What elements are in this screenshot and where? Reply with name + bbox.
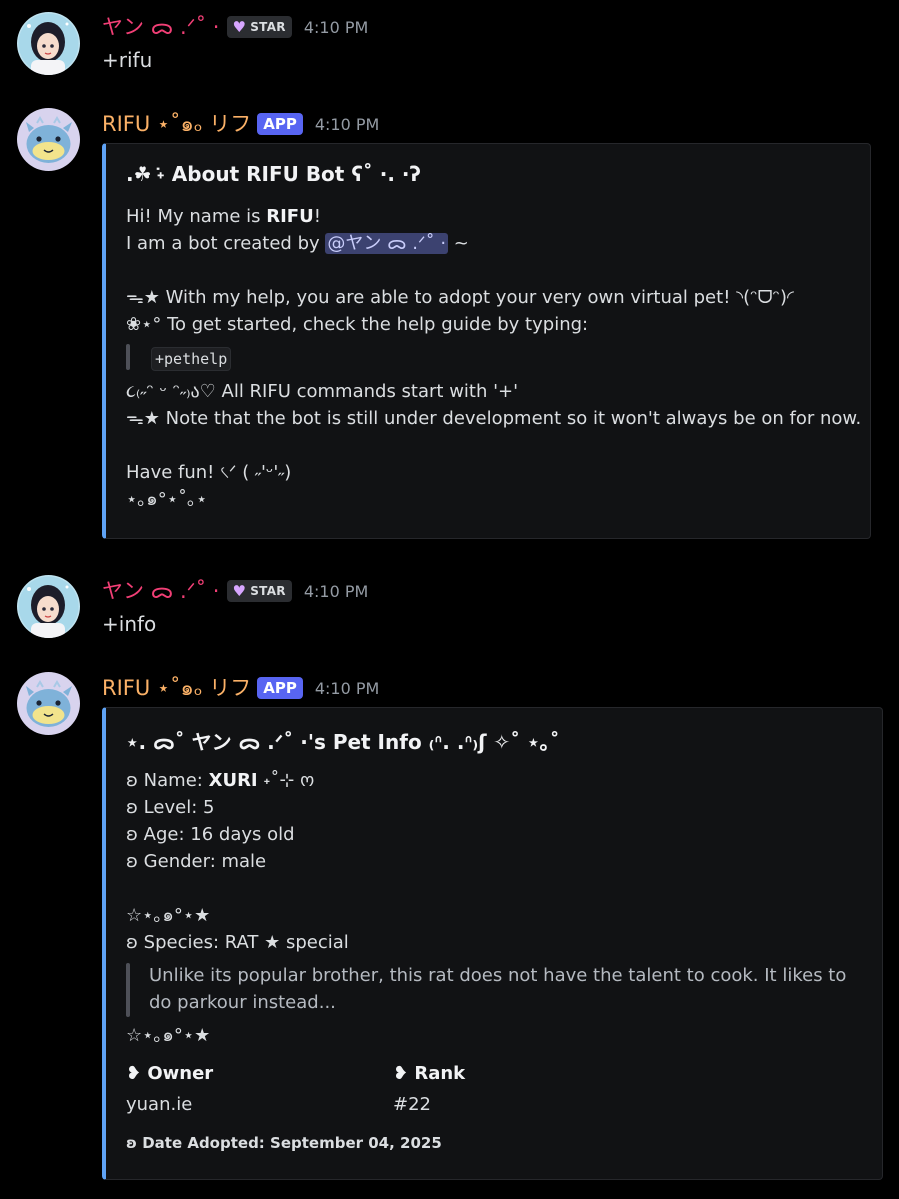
embed-line-havefun: Have fun! ৻ᐟ ( ˶'ᵕ'˶) <box>126 462 292 483</box>
embed-title: ⋆. ᯅ˚ ヤン ᯅ .ᐟ˚ ·'s Pet Info ₍ᐢ. .ᐢ₎ʃ ✧˚ … <box>126 730 560 754</box>
quote-bar <box>126 963 130 1017</box>
embed-title: .☘︎ ݁˖ About RIFU Bot ʕ˚ ·. ·ʔ <box>126 162 421 186</box>
embed-line-note: ᯓ★ Note that the bot is still under deve… <box>126 408 862 429</box>
star-badge[interactable]: ♥ STAR <box>227 16 292 38</box>
badge-label: STAR <box>250 584 286 598</box>
pet-name-value: XURI <box>208 770 258 791</box>
message-header: RIFU ⋆˚๑ₒ リフ APP 4:10 PM <box>102 110 379 138</box>
embed-line-creator: I am a bot created by @ヤン ᯅ .ᐟ˚ · ~ <box>126 233 469 254</box>
pet-level: ʚ Level: 5 <box>126 797 215 818</box>
app-badge: APP <box>257 677 303 699</box>
heart-icon: ♥ <box>232 18 247 36</box>
embed-line-start: ❀⋆° To get started, check the help guide… <box>126 314 589 335</box>
message-header: ヤン ᯅ .ᐟ˚ · ♥ STAR 4:10 PM <box>102 577 368 605</box>
message-header: ヤン ᯅ .ᐟ˚ · ♥ STAR 4:10 PM <box>102 13 368 41</box>
pet-name: ʚ Name: XURI ˖˚⊹ ო <box>126 770 315 791</box>
species-description: Unlike its popular brother, this rat doe… <box>149 965 847 1013</box>
embed-line-commands: ૮₍˶ᵔ ᵕ ᵔ˶₎ა♡ All RIFU commands start wit… <box>126 381 519 402</box>
embed-pet-info: ⋆. ᯅ˚ ヤン ᯅ .ᐟ˚ ·'s Pet Info ₍ᐢ. .ᐢ₎ʃ ✧˚ … <box>102 707 883 1180</box>
bot-avatar[interactable] <box>17 108 80 171</box>
app-badge: APP <box>257 113 303 135</box>
inline-code-pethelp: +pethelp <box>151 347 232 371</box>
embed-line-deco: ⋆｡๑°⋆˚｡⋆ <box>126 489 208 510</box>
embed-footer: ʚ Date Adopted: September 04, 2025 <box>126 1134 442 1152</box>
timestamp: 4:10 PM <box>303 17 369 37</box>
message-header: RIFU ⋆˚๑ₒ リフ APP 4:10 PM <box>102 674 379 702</box>
field-owner-name: ❥ Owner <box>126 1063 214 1084</box>
pet-gender: ʚ Gender: male <box>126 851 267 872</box>
username[interactable]: ヤン ᯅ .ᐟ˚ · <box>102 577 219 605</box>
embed-about-rifu: .☘︎ ݁˖ About RIFU Bot ʕ˚ ·. ·ʔ Hi! My na… <box>102 143 871 539</box>
user-avatar[interactable] <box>17 575 80 638</box>
pet-age: ʚ Age: 16 days old <box>126 824 295 845</box>
bot-username[interactable]: RIFU ⋆˚๑ₒ リフ <box>102 674 251 702</box>
bot-username[interactable]: RIFU ⋆˚๑ₒ リフ <box>102 110 251 138</box>
badge-label: STAR <box>250 20 286 34</box>
divider-deco: ☆⋆｡๑°⋆★ <box>126 1025 211 1046</box>
field-owner-value: yuan.ie <box>126 1094 193 1115</box>
user-mention[interactable]: @ヤン ᯅ .ᐟ˚ · <box>325 233 449 254</box>
user-avatar[interactable] <box>17 12 80 75</box>
pet-species: ʚ Species: RAT ★ special <box>126 932 349 953</box>
field-rank-value: #22 <box>393 1094 431 1115</box>
heart-icon: ♥ <box>232 582 247 600</box>
field-rank-name: ❥ Rank <box>393 1063 466 1084</box>
embed-line-intro: Hi! My name is RIFU! <box>126 206 321 227</box>
divider-deco: ☆⋆｡๑°⋆★ <box>126 905 211 926</box>
message-content: +rifu <box>102 48 153 72</box>
embed-line-help: ᯓ★ With my help, you are able to adopt y… <box>126 287 794 308</box>
timestamp: 4:10 PM <box>314 678 380 698</box>
star-badge[interactable]: ♥ STAR <box>227 580 292 602</box>
message-content: +info <box>102 612 157 636</box>
bot-name-bold: RIFU <box>266 206 314 227</box>
quote-bar <box>126 344 130 370</box>
username[interactable]: ヤン ᯅ .ᐟ˚ · <box>102 13 219 41</box>
timestamp: 4:10 PM <box>314 114 380 134</box>
bot-avatar[interactable] <box>17 672 80 735</box>
timestamp: 4:10 PM <box>303 581 369 601</box>
